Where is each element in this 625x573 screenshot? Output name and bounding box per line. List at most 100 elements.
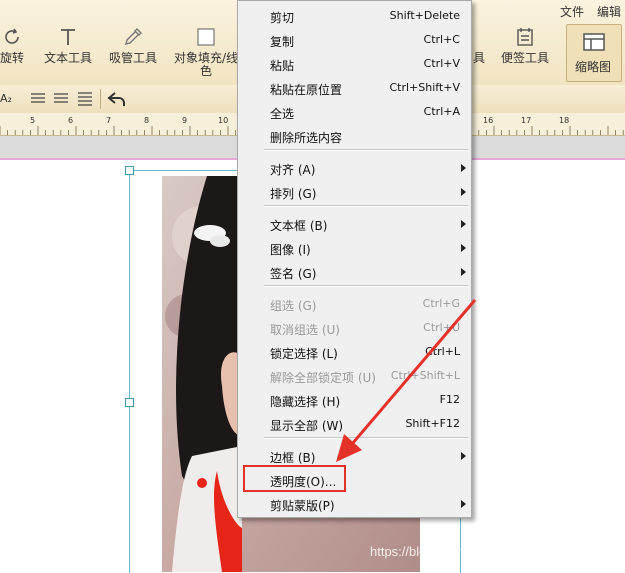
resize-handle-top-left[interactable] [125,166,134,175]
menu-item-shortcut: Ctrl+C [423,33,460,46]
menu-item-label: 签名 (G) [270,267,317,281]
menu-item-shortcut: Shift+F12 [405,417,460,430]
menu-item-label: 取消组选 (U) [270,323,340,337]
menu-item-label: 复制 [270,35,295,49]
undo-arrow-icon[interactable] [107,90,127,108]
menu-item-shortcut: Shift+Delete [389,9,460,22]
menu-item-label: 组选 (G) [270,299,317,313]
menu-separator [264,149,469,151]
menu-item-shortcut: Ctrl+L [425,345,460,358]
context-menu-item: 解除全部锁定项 (U) Ctrl+Shift+L [238,364,471,388]
menu-separator [264,285,469,287]
eyedropper-button[interactable]: 吸管工具 [107,26,159,78]
context-menu-item: 取消组选 (U) Ctrl+U [238,316,471,340]
menu-item-shortcut: Ctrl+G [422,297,460,310]
context-menu-item[interactable]: 粘贴在原位置 Ctrl+Shift+V [238,76,471,100]
text-tool-label: 文本工具 [43,51,92,65]
context-menu-item[interactable]: 图像 (I) [238,236,471,260]
context-menu-item[interactable]: 全选 Ctrl+A [238,100,471,124]
annotation-highlight-box [243,465,346,492]
menu-item-label: 全选 [270,107,295,121]
context-menu-item[interactable]: 文本框 (B) [238,212,471,236]
text-tool-button[interactable]: 文本工具 [42,26,94,78]
ruler-label: 17 [521,116,531,125]
menu-item-label: 图像 (I) [270,243,311,257]
menu-item-shortcut: Ctrl+Shift+L [390,369,460,382]
menu-item-label: 对齐 (A) [270,163,316,177]
fill-square-icon [197,28,215,46]
watermark-text: https://blog.csdn.net/cocowei0306 [370,544,566,559]
ruler-label: 7 [106,116,111,125]
context-menu-item[interactable]: 排列 (G) [238,180,471,204]
submenu-arrow-icon [461,188,466,196]
ruler-label: 10 [218,116,228,125]
align-justify-icon[interactable] [77,92,93,106]
ruler-label: 5 [30,116,35,125]
submenu-arrow-icon [461,268,466,276]
menu-item-label: 粘贴在原位置 [270,83,343,97]
context-menu-item[interactable]: 粘贴 Ctrl+V [238,52,471,76]
eyedropper-icon [125,28,142,45]
menu-item-shortcut: Ctrl+V [423,57,460,70]
rotate-button[interactable]: 旋转 [0,26,32,78]
fill-line-label-2: 色 [199,64,212,78]
menu-item-label: 删除所选内容 [270,131,343,145]
menu-item-label: 边框 (B) [270,451,316,465]
thumbnail-icon [583,33,605,51]
submenu-arrow-icon [461,500,466,508]
ruler-label: 18 [559,116,569,125]
context-menu-item[interactable]: 签名 (G) [238,260,471,284]
rotate-icon [5,28,19,44]
thumbnail-button[interactable]: 缩略图 [566,24,622,82]
sticky-tool-label: 便签工具 [500,51,549,65]
menu-separator [264,205,469,207]
calendar-note-icon [517,28,533,46]
eyedropper-label: 吸管工具 [108,51,157,65]
resize-handle-mid-left[interactable] [125,398,134,407]
align-left-icon[interactable] [30,92,46,106]
ruler-label: 9 [182,116,187,125]
menu-item-shortcut: Ctrl+U [423,321,460,334]
context-menu-item[interactable]: 对齐 (A) [238,156,471,180]
ruler-label: 6 [68,116,73,125]
rotate-label: 旋转 [0,51,24,65]
menu-item-label: 剪贴蒙版(P) [270,499,335,513]
menu-item-label: 显示全部 (W) [270,419,344,433]
fill-line-color-button[interactable]: 对象填充/线 色 [172,26,240,78]
context-menu-item[interactable]: 显示全部 (W) Shift+F12 [238,412,471,436]
text-tool-icon [61,29,75,45]
context-menu-item[interactable]: 剪切 Shift+Delete [238,4,471,28]
menu-edit[interactable]: 编辑 [597,3,621,20]
menu-item-label: 粘贴 [270,59,295,73]
ruler-label: 8 [144,116,149,125]
context-menu: 剪切 Shift+Delete 复制 Ctrl+C 粘贴 Ctrl+V 粘贴在原位置 Ctrl… [237,0,472,518]
partial-tool-button[interactable]: 具 [472,26,486,78]
submenu-arrow-icon [461,244,466,252]
menu-file[interactable]: 文件 [560,3,584,20]
context-menu-item: 组选 (G) Ctrl+G [238,292,471,316]
context-menu-item[interactable]: 隐藏选择 (H) F12 [238,388,471,412]
ruler-label: 16 [483,116,493,125]
submenu-arrow-icon [461,220,466,228]
menu-separator [264,437,469,439]
menu-item-label: 剪切 [270,11,295,25]
context-menu-item[interactable]: 剪贴蒙版(P) [238,492,471,516]
menu-item-label: 隐藏选择 (H) [270,395,341,409]
menu-item-shortcut: Ctrl+Shift+V [389,81,460,94]
menu-item-label: 锁定选择 (L) [270,347,338,361]
menu-item-label: 文本框 (B) [270,219,328,233]
submenu-arrow-icon [461,452,466,460]
context-menu-item[interactable]: 删除所选内容 [238,124,471,148]
partial-tool-label: 具 [472,51,485,65]
context-menu-item[interactable]: 复制 Ctrl+C [238,28,471,52]
menu-item-shortcut: Ctrl+A [423,105,460,118]
context-menu-item[interactable]: 锁定选择 (L) Ctrl+L [238,340,471,364]
menu-item-label: 排列 (G) [270,187,317,201]
thumbnail-label: 缩略图 [575,60,612,74]
align-center-icon[interactable] [53,92,69,106]
sticky-tool-button[interactable]: 便签工具 [498,26,552,78]
menu-item-label: 解除全部锁定项 (U) [270,371,376,385]
subscript-button[interactable]: A₂ [0,92,12,105]
submenu-arrow-icon [461,164,466,172]
menu-item-shortcut: F12 [439,393,460,406]
